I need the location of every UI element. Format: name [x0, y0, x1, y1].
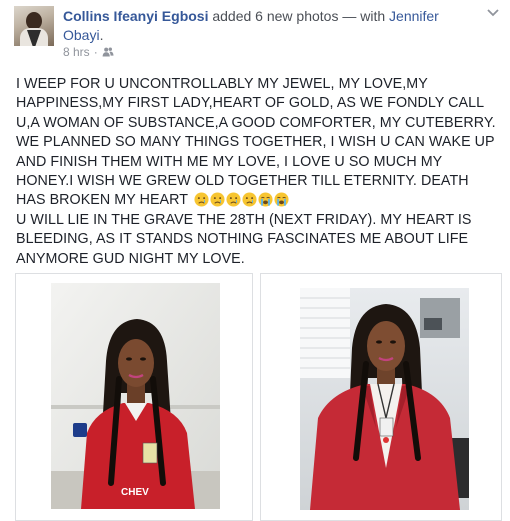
- crying-face-emoji: [210, 192, 225, 207]
- photo-2-frame[interactable]: [260, 273, 502, 521]
- crying-face-emoji: [242, 192, 257, 207]
- photo-2[interactable]: [300, 288, 469, 510]
- crying-face-emoji: [194, 192, 209, 207]
- svg-text:CHEV: CHEV: [121, 487, 149, 498]
- facebook-post: Collins Ifeanyi Egbosi added 6 new photo…: [0, 0, 510, 521]
- loudly-crying-face-emoji: [258, 192, 273, 207]
- author-name-link[interactable]: Collins Ifeanyi Egbosi: [63, 8, 208, 24]
- post-message: I WEEP FOR U UNCONTROLLABLY MY JEWEL, MY…: [16, 75, 500, 269]
- post-header: Collins Ifeanyi Egbosi added 6 new photo…: [63, 7, 473, 45]
- post-paragraph-2: U WILL LIE IN THE GRAVE THE 28TH (NEXT F…: [16, 211, 472, 267]
- crying-face-emoji: [226, 192, 241, 207]
- header-period: .: [99, 27, 104, 43]
- friends-icon[interactable]: [102, 46, 114, 58]
- post-action-text: added 6 new photos — with: [208, 8, 390, 24]
- meta-separator: ·: [93, 45, 98, 59]
- loudly-crying-face-emoji: [274, 192, 289, 207]
- author-avatar[interactable]: [14, 6, 54, 46]
- post-paragraph-1: I WEEP FOR U UNCONTROLLABLY MY JEWEL, MY…: [16, 76, 496, 209]
- photo-1[interactable]: CHEV: [51, 283, 220, 509]
- photo-1-frame[interactable]: CHEV: [15, 273, 253, 521]
- post-meta: 8 hrs ·: [63, 45, 114, 59]
- post-timestamp[interactable]: 8 hrs: [63, 45, 90, 59]
- chevron-down-icon[interactable]: [486, 8, 500, 18]
- post-paragraph: I WEEP FOR U UNCONTROLLABLY MY JEWEL, MY…: [16, 75, 500, 211]
- emoji-row: [194, 192, 289, 207]
